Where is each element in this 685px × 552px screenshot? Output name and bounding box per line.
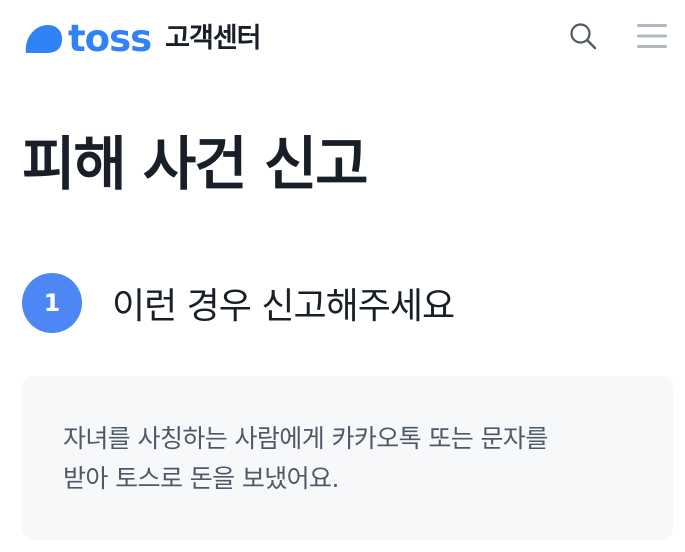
page: toss 고객센터 피해 사건 신고 1 이런 경우 신고해주세요 자녀를 사칭… [0, 0, 685, 552]
step-number-badge: 1 [22, 273, 82, 333]
step-title: 이런 경우 신고해주세요 [112, 286, 455, 327]
header: toss 고객센터 [0, 0, 685, 78]
toss-logo-text: toss [68, 17, 152, 60]
hamburger-menu-icon [637, 24, 667, 48]
menu-button[interactable] [632, 16, 672, 56]
case-card: 자녀를 사칭하는 사람에게 카카오톡 또는 문자를 받아 토스로 돈을 보냈어요… [22, 376, 673, 540]
toss-home-link[interactable]: toss 고객센터 [22, 17, 262, 60]
toss-logo-icon [25, 25, 63, 53]
search-icon [570, 23, 597, 50]
step-header: 1 이런 경우 신고해주세요 [22, 272, 455, 334]
service-label: 고객센터 [165, 23, 261, 54]
page-title: 피해 사건 신고 [22, 130, 369, 198]
search-button[interactable] [563, 16, 603, 56]
case-description: 자녀를 사칭하는 사람에게 카카오톡 또는 문자를 받아 토스로 돈을 보냈어요… [63, 424, 548, 493]
